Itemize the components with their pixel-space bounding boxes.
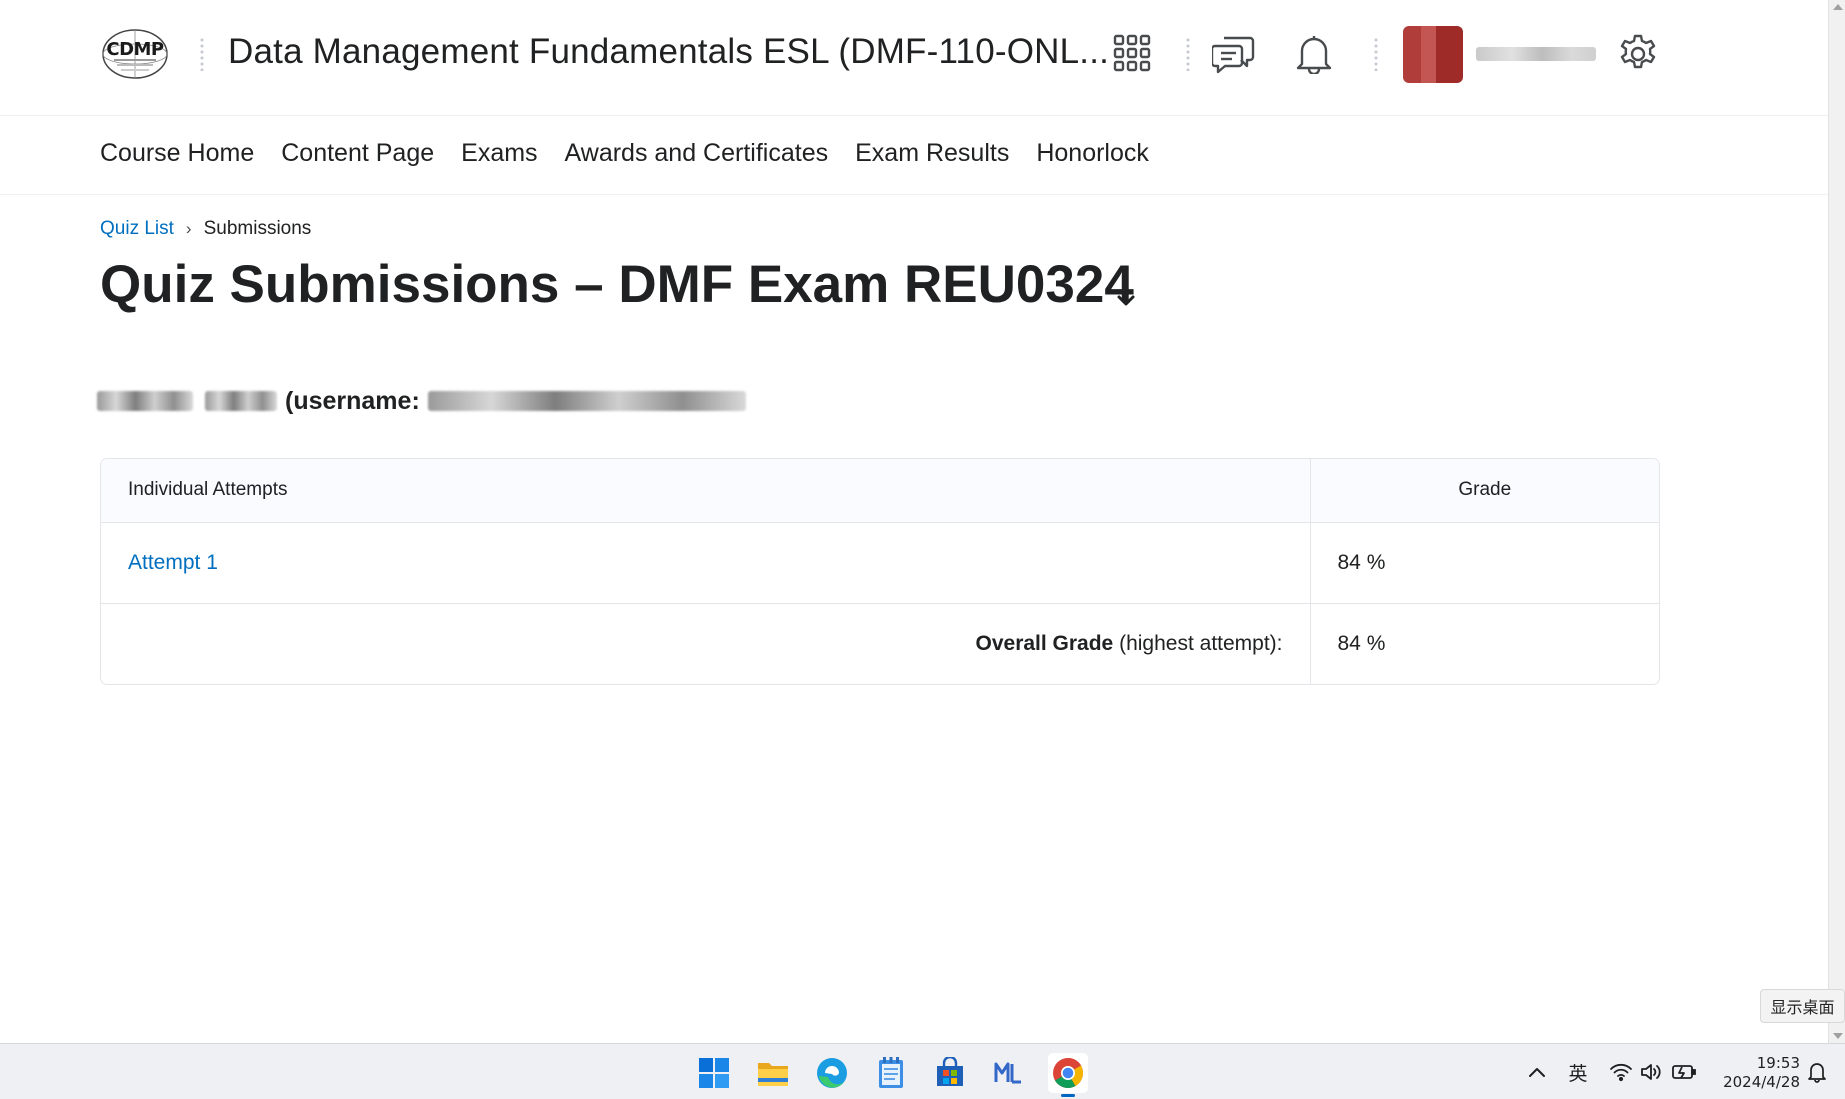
nav-content-page[interactable]: Content Page: [281, 139, 434, 168]
overall-grade-label: Overall Grade: [975, 631, 1114, 655]
course-navbar: Course Home Content Page Exams Awards an…: [0, 117, 1828, 195]
column-header-grade: Grade: [1309, 459, 1659, 523]
page-title: Quiz Submissions – DMF Exam REU0324: [100, 255, 1134, 314]
battery-icon[interactable]: [1670, 1058, 1698, 1086]
column-header-attempts: Individual Attempts: [101, 459, 1310, 523]
header-separator: [1186, 37, 1190, 71]
nav-honorlock[interactable]: Honorlock: [1036, 139, 1149, 168]
attempt-grade: 84 %: [1309, 522, 1659, 604]
chrome-browser-icon[interactable]: [1048, 1053, 1088, 1097]
header-separator: [200, 37, 204, 71]
taskbar-clock[interactable]: 19:53 2024/4/28: [1700, 1054, 1800, 1092]
scroll-down-icon[interactable]: [1833, 1033, 1843, 1039]
file-explorer-icon[interactable]: [753, 1053, 793, 1093]
overall-grade-row: Overall Grade (highest attempt): 84 %: [101, 603, 1659, 684]
breadcrumb-current: Submissions: [203, 218, 312, 239]
overall-grade-note: (highest attempt):: [1119, 631, 1283, 655]
apps-grid-icon[interactable]: [1109, 30, 1155, 76]
logo-text: CDMP: [106, 39, 164, 60]
header-separator: [1374, 37, 1378, 71]
chat-icon[interactable]: [1211, 30, 1257, 76]
table-row: Attempt 1 84 %: [101, 522, 1659, 604]
breadcrumb: Quiz List › Submissions: [100, 218, 311, 240]
chevron-down-icon[interactable]: [1113, 288, 1139, 314]
page-scrollbar[interactable]: [1828, 0, 1845, 1043]
overall-grade-label-cell: Overall Grade (highest attempt):: [101, 603, 1310, 684]
edge-browser-icon[interactable]: [812, 1053, 852, 1093]
microsoft-store-icon[interactable]: [930, 1053, 970, 1093]
redacted-last-name: [205, 391, 277, 411]
nav-awards-certificates[interactable]: Awards and Certificates: [565, 139, 829, 168]
mail-app-icon[interactable]: [989, 1053, 1029, 1093]
user-name-redacted[interactable]: [1476, 47, 1596, 61]
windows-taskbar: 英 19:53 2024/4/28: [0, 1043, 1845, 1099]
attempt-1-link[interactable]: Attempt 1: [128, 551, 218, 574]
breadcrumb-quiz-list[interactable]: Quiz List: [100, 218, 174, 240]
top-header: CDMP Data Management Fundamentals ESL (D…: [0, 0, 1828, 116]
redacted-first-name: [97, 391, 193, 411]
scroll-up-icon[interactable]: [1833, 4, 1843, 10]
nav-exam-results[interactable]: Exam Results: [855, 139, 1009, 168]
notification-bell-icon[interactable]: [1804, 1058, 1830, 1086]
wifi-icon[interactable]: [1607, 1058, 1635, 1086]
student-identity: (username:: [97, 384, 746, 418]
overall-grade-value: 84 %: [1309, 603, 1659, 684]
course-title[interactable]: Data Management Fundamentals ESL (DMF-11…: [228, 32, 1109, 72]
redacted-username: [427, 391, 746, 411]
gear-icon[interactable]: [1615, 30, 1661, 76]
chevron-up-icon[interactable]: [1524, 1058, 1550, 1086]
breadcrumb-separator: ›: [185, 219, 192, 238]
clock-date: 2024/4/28: [1723, 1073, 1800, 1091]
nav-exams[interactable]: Exams: [461, 139, 537, 168]
user-avatar[interactable]: [1403, 26, 1463, 83]
windows-start-icon[interactable]: [694, 1053, 734, 1093]
notepad-icon[interactable]: [871, 1053, 911, 1093]
volume-icon[interactable]: [1638, 1058, 1664, 1086]
show-desktop-tooltip: 显示桌面: [1760, 989, 1845, 1023]
table-header-row: Individual Attempts Grade: [101, 459, 1659, 523]
input-method-indicator[interactable]: 英: [1564, 1058, 1592, 1086]
cdmp-logo[interactable]: CDMP: [100, 28, 170, 80]
attempt-cell: Attempt 1: [101, 522, 1310, 604]
nav-course-home[interactable]: Course Home: [100, 139, 254, 168]
attempts-table: Individual Attempts Grade Attempt 1 84 %…: [100, 458, 1660, 685]
username-label: (username:: [285, 386, 420, 415]
bell-icon[interactable]: [1291, 30, 1337, 76]
clock-time: 19:53: [1756, 1054, 1800, 1072]
